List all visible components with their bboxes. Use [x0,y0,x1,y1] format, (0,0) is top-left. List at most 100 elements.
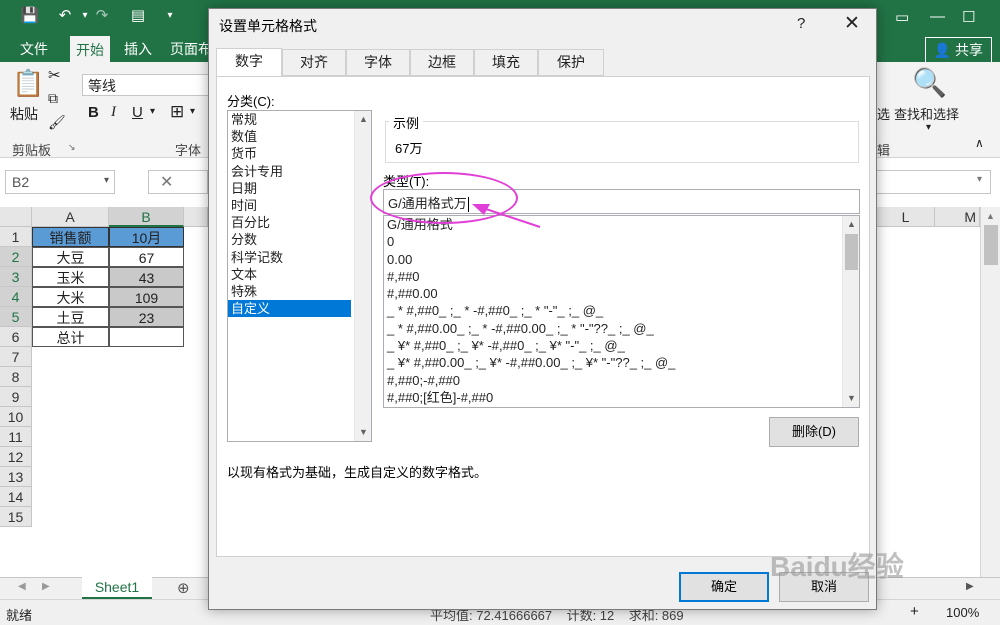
paste-label[interactable]: 粘贴 [10,104,38,124]
close-icon[interactable]: ✕ [844,12,860,35]
tab-insert[interactable]: 插入 [124,39,152,59]
row-header[interactable]: 7 [0,347,32,367]
paste-icon[interactable]: 📋 [12,68,44,99]
column-header-a[interactable]: A [32,207,109,227]
share-button[interactable]: 👤 共享 [924,37,992,63]
add-sheet-icon[interactable]: ⊕ [177,579,190,597]
tab-number[interactable]: 数字 [216,48,282,77]
scroll-up-icon[interactable]: ▲ [843,216,859,233]
category-item-selected[interactable]: 自定义 [228,300,351,318]
zoom-level[interactable]: 100% [946,605,979,620]
category-item[interactable]: 分数 [228,231,371,248]
undo-icon[interactable]: ↶ [55,6,75,26]
row-header[interactable]: 8 [0,367,32,387]
cell-a5[interactable]: 土豆 [32,307,109,327]
row-header[interactable]: 14 [0,487,32,507]
row-header[interactable]: 1 [0,227,32,247]
name-box[interactable]: B2 ▾ [5,170,115,194]
category-item[interactable]: 会计专用 [228,163,371,180]
category-item[interactable]: 科学记数 [228,249,371,266]
category-scrollbar[interactable]: ▲ ▼ [354,111,371,441]
copy-icon[interactable]: ⧉ [48,90,58,107]
cancel-entry-icon[interactable]: ✕ [160,172,173,192]
underline-icon[interactable]: U [132,104,143,121]
formula-input[interactable] [876,170,991,194]
save-icon[interactable]: 💾 [20,6,40,26]
row-header[interactable]: 12 [0,447,32,467]
row-header[interactable]: 4 [0,287,32,307]
scroll-right-icon[interactable]: ▶ [966,581,974,592]
find-select-label[interactable]: 查找和选择 [894,104,959,123]
category-item[interactable]: 时间 [228,197,371,214]
category-item[interactable]: 文本 [228,266,371,283]
row-header[interactable]: 2 [0,247,32,267]
minimize-icon[interactable]: — [930,8,945,25]
format-item[interactable]: #,##0 [384,268,859,285]
scroll-up-icon[interactable]: ▲ [981,207,1000,221]
cell-b1[interactable]: 10月 [109,227,184,247]
cell-a4[interactable]: 大米 [32,287,109,307]
category-item[interactable]: 货币 [228,145,371,162]
format-code-list[interactable]: G/通用格式 0 0.00 #,##0 #,##0.00 _ * #,##0_ … [383,215,860,408]
format-painter-icon[interactable]: 🖌 [48,114,66,131]
prev-sheet-icon[interactable]: ◀ [18,581,26,592]
format-item[interactable]: #,##0;[红色]-#,##0 [384,389,859,406]
format-item[interactable]: _ * #,##0.00_ ;_ * -#,##0.00_ ;_ * "-"??… [384,320,859,337]
column-header-b[interactable]: B [109,207,184,227]
ok-button[interactable]: 确定 [679,572,769,602]
cut-icon[interactable]: ✂ [48,66,61,84]
clipboard-launcher-icon[interactable]: ↘ [68,142,76,153]
row-header[interactable]: 15 [0,507,32,527]
scroll-down-icon[interactable]: ▼ [355,424,372,441]
vertical-scrollbar[interactable]: ▲ [980,207,1000,577]
find-dropdown-icon[interactable]: ▾ [926,122,931,133]
scroll-thumb[interactable] [845,234,858,270]
cell-b3[interactable]: 43 [109,267,184,287]
row-header[interactable]: 11 [0,427,32,447]
help-button[interactable]: ? [797,15,805,32]
tab-border[interactable]: 边框 [410,49,474,76]
column-header-c[interactable] [184,207,208,227]
format-item[interactable]: 0.00 [384,251,859,268]
customize-qat-icon[interactable]: ▾ [160,6,180,26]
row-header[interactable]: 5 [0,307,32,327]
expand-formula-icon[interactable]: ▾ [977,174,982,185]
format-item[interactable]: #,##0;-#,##0 [384,372,859,389]
category-list[interactable]: 常规 数值 货币 会计专用 日期 时间 百分比 分数 科学记数 文本 特殊 自定… [227,110,372,442]
tab-page-layout[interactable]: 页面布 [170,39,212,59]
category-item[interactable]: 百分比 [228,214,371,231]
cell-a2[interactable]: 大豆 [32,247,109,267]
row-header[interactable]: 13 [0,467,32,487]
format-item[interactable]: #,##0.00 [384,285,859,302]
category-item[interactable]: 日期 [228,180,371,197]
row-header[interactable]: 9 [0,387,32,407]
cell-a1[interactable]: 销售额 [32,227,109,247]
name-box-dropdown-icon[interactable]: ▾ [104,175,109,186]
category-item[interactable]: 特殊 [228,283,371,300]
format-item[interactable]: _ ¥* #,##0.00_ ;_ ¥* -#,##0.00_ ;_ ¥* "-… [384,354,859,371]
borders-icon[interactable]: ⊞ [170,102,184,122]
column-header-l[interactable]: L [877,207,935,227]
row-header[interactable]: 6 [0,327,32,347]
next-sheet-icon[interactable]: ▶ [42,581,50,592]
cell-a3[interactable]: 玉米 [32,267,109,287]
zoom-in-icon[interactable]: + [910,603,919,620]
select-all-corner[interactable] [0,207,32,227]
italic-icon[interactable]: I [111,104,116,121]
borders-dropdown-icon[interactable]: ▾ [190,106,195,117]
cell-b6[interactable] [109,327,184,347]
tab-font[interactable]: 字体 [346,49,410,76]
scroll-up-icon[interactable]: ▲ [355,111,372,128]
cell-b2[interactable]: 67 [109,247,184,267]
underline-dropdown-icon[interactable]: ▾ [150,106,155,117]
tab-alignment[interactable]: 对齐 [282,49,346,76]
maximize-icon[interactable]: ☐ [962,8,975,26]
bold-icon[interactable]: B [88,104,99,121]
format-item[interactable]: _ ¥* #,##0_ ;_ ¥* -#,##0_ ;_ ¥* "-"_ ;_ … [384,337,859,354]
category-item[interactable]: 常规 [228,111,371,128]
tab-file[interactable]: 文件 [20,39,48,59]
redo-icon[interactable]: ↷ [92,6,112,26]
ribbon-options-icon[interactable]: ▭ [895,8,909,26]
cell-a6[interactable]: 总计 [32,327,109,347]
row-header[interactable]: 10 [0,407,32,427]
